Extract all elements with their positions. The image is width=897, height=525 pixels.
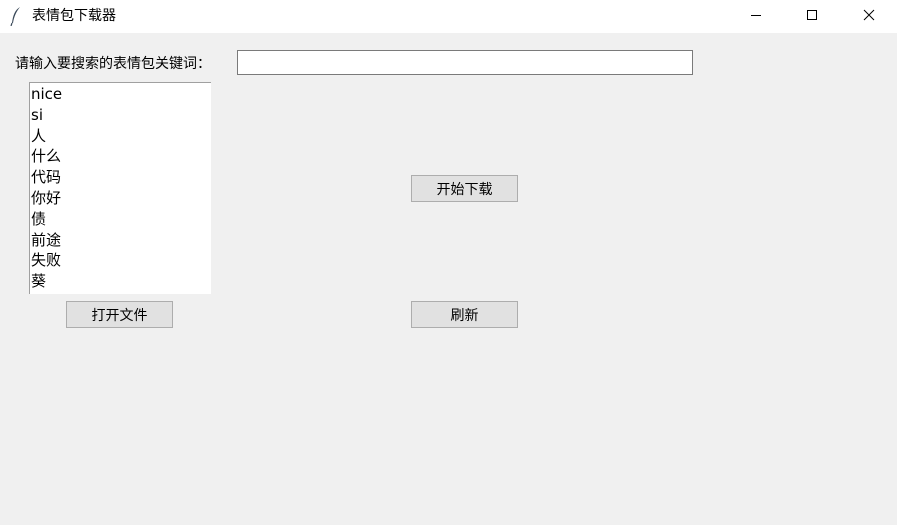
- search-label: 请输入要搜索的表情包关键词：: [15, 56, 211, 72]
- list-item[interactable]: 葵: [30, 271, 211, 292]
- list-item[interactable]: 代码: [30, 167, 211, 188]
- search-input[interactable]: [237, 50, 693, 75]
- feather-icon: [9, 6, 23, 27]
- minimize-icon: [750, 9, 762, 25]
- list-item[interactable]: 人: [30, 126, 211, 147]
- list-item[interactable]: 失败: [30, 250, 211, 271]
- minimize-button[interactable]: [733, 0, 779, 33]
- list-item[interactable]: 债: [30, 209, 211, 230]
- list-item[interactable]: 什么: [30, 146, 211, 167]
- keyword-listbox[interactable]: nice si 人什么 代码 你好债前途 失败葵: [29, 82, 211, 294]
- start-download-button[interactable]: 开始下载: [411, 175, 518, 202]
- title-bar: 表情包下载器: [0, 0, 897, 33]
- maximize-button[interactable]: [789, 0, 835, 33]
- close-button[interactable]: [846, 0, 892, 33]
- open-file-button[interactable]: 打开文件: [66, 301, 173, 328]
- list-item[interactable]: si: [30, 105, 211, 126]
- maximize-icon: [806, 9, 818, 25]
- list-item[interactable]: 前途: [30, 230, 211, 251]
- list-item[interactable]: nice: [30, 84, 211, 105]
- window-title: 表情包下载器: [32, 8, 116, 24]
- refresh-button[interactable]: 刷新: [411, 301, 518, 328]
- list-item[interactable]: 你好: [30, 188, 211, 209]
- close-icon: [863, 9, 875, 25]
